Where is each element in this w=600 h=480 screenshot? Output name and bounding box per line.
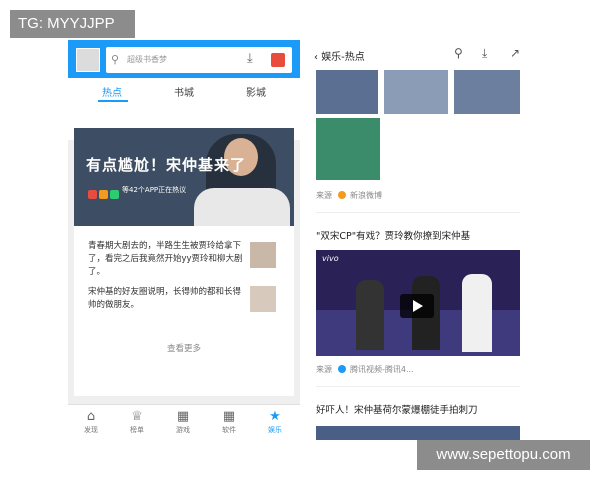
video-figure bbox=[462, 274, 492, 352]
bottom-nav: ⌂ 发现 ♕ 榜单 ▦ 游戏 ▦ 软件 ★ 娱乐 bbox=[68, 404, 300, 440]
shopping-bag-icon[interactable] bbox=[271, 53, 285, 67]
top-bar: ⚲ 超级书香梦 ⤓ bbox=[68, 40, 300, 78]
app-badge-icon bbox=[110, 190, 119, 199]
gallery-image[interactable] bbox=[316, 70, 378, 114]
list-item[interactable]: 宋仲基的好友圈说明，长得帅的都和长得帅的做朋友。 bbox=[88, 286, 243, 312]
nav-label: 娱乐 bbox=[268, 426, 282, 434]
app-badge-icon bbox=[99, 190, 108, 199]
gallery-image[interactable] bbox=[384, 70, 448, 114]
nav-label: 软件 bbox=[222, 426, 236, 434]
app-badges bbox=[88, 184, 121, 203]
list-item-thumbnail bbox=[250, 286, 276, 312]
video-figure bbox=[356, 280, 384, 350]
video-player[interactable]: vivo bbox=[316, 250, 520, 356]
nav-label: 榜单 bbox=[130, 426, 144, 434]
back-title[interactable]: ‹ 娱乐-热点 bbox=[314, 48, 365, 63]
star-icon: ★ bbox=[269, 409, 281, 424]
hero-title: 有点尴尬！宋仲基来了 bbox=[86, 156, 247, 174]
nav-entertainment[interactable]: ★ 娱乐 bbox=[252, 409, 298, 435]
watermark-top-left: TG: MYYJJPP bbox=[10, 10, 135, 38]
list-item[interactable]: 青春期大剧去的，半路生生被贾玲给拿下了，看完之后我竟然开始yy贾玲和柳大剧了。 bbox=[88, 240, 243, 279]
list-item-thumbnail bbox=[250, 242, 276, 268]
nav-label: 游戏 bbox=[176, 426, 190, 434]
weibo-icon bbox=[338, 191, 346, 199]
header-title: 娱乐-热点 bbox=[321, 52, 365, 63]
tab-bookstore[interactable]: 书城 bbox=[174, 84, 194, 99]
source-line: 来源 新浪微博 bbox=[316, 190, 382, 201]
download-icon[interactable]: ⤓ bbox=[482, 46, 487, 61]
divider bbox=[316, 212, 520, 213]
play-icon[interactable] bbox=[400, 294, 434, 318]
tab-hot[interactable]: 热点 bbox=[102, 84, 122, 99]
avatar[interactable] bbox=[76, 48, 100, 72]
tencent-video-icon bbox=[338, 365, 346, 373]
divider bbox=[316, 386, 520, 387]
source-name: 新浪微博 bbox=[350, 191, 382, 200]
hero-shirt bbox=[194, 188, 290, 226]
search-icon[interactable]: ⚲ bbox=[454, 46, 463, 60]
video-logo: vivo bbox=[322, 254, 339, 263]
hero-subtitle: 等42个APP正在热议 bbox=[122, 186, 187, 194]
header: ‹ 娱乐-热点 ⚲ ⤓ ↗ bbox=[304, 40, 532, 68]
search-icon: ⚲ bbox=[111, 53, 120, 66]
nav-discover[interactable]: ⌂ 发现 bbox=[68, 409, 114, 435]
right-app-screen: ‹ 娱乐-热点 ⚲ ⤓ ↗ 来源 新浪微博 "双宋CP"有戏？贾玲教你撩到宋仲基 … bbox=[304, 40, 532, 440]
search-placeholder: 超级书香梦 bbox=[127, 55, 167, 64]
source-prefix: 来源 bbox=[316, 365, 332, 374]
article-image[interactable] bbox=[316, 426, 520, 440]
nav-software[interactable]: ▦ 软件 bbox=[206, 409, 252, 435]
source-line: 来源 腾讯视频-腾讯4... bbox=[316, 364, 414, 375]
article-title[interactable]: 好吓人！宋仲基荷尔蒙爆棚徒手拍刺刀 bbox=[316, 402, 478, 416]
hero-image[interactable]: 有点尴尬！宋仲基来了 等42个APP正在热议 bbox=[74, 128, 294, 226]
nav-rankings[interactable]: ♕ 榜单 bbox=[114, 409, 160, 435]
search-bar[interactable]: ⚲ 超级书香梦 ⤓ bbox=[106, 47, 292, 73]
crown-icon: ♕ bbox=[131, 409, 143, 424]
nav-label: 发现 bbox=[84, 426, 98, 434]
source-name: 腾讯视频-腾讯4... bbox=[350, 365, 414, 374]
active-tab-indicator bbox=[98, 100, 128, 102]
watermark-bottom-right: www.sepettopu.com bbox=[417, 440, 590, 470]
article-title[interactable]: "双宋CP"有戏？贾玲教你撩到宋仲基 bbox=[316, 228, 470, 242]
nav-games[interactable]: ▦ 游戏 bbox=[160, 409, 206, 435]
grid-icon: ▦ bbox=[222, 409, 236, 424]
see-more-link[interactable]: 查看更多 bbox=[74, 342, 294, 354]
share-icon[interactable]: ↗ bbox=[510, 46, 520, 60]
gamepad-icon: ▦ bbox=[176, 409, 190, 424]
home-icon: ⌂ bbox=[86, 409, 96, 424]
app-badge-icon bbox=[88, 190, 97, 199]
gallery-image[interactable] bbox=[454, 70, 520, 114]
tab-cinema[interactable]: 影城 bbox=[246, 84, 266, 99]
download-icon[interactable]: ⤓ bbox=[247, 51, 253, 66]
news-card[interactable]: 有点尴尬！宋仲基来了 等42个APP正在热议 青春期大剧去的，半路生生被贾玲给拿… bbox=[74, 128, 294, 396]
left-app-screen: ⚲ 超级书香梦 ⤓ 热点 书城 影城 有点尴尬！宋仲基来了 等42个APP正在热… bbox=[68, 40, 300, 440]
gallery-image[interactable] bbox=[316, 118, 380, 180]
source-prefix: 来源 bbox=[316, 191, 332, 200]
